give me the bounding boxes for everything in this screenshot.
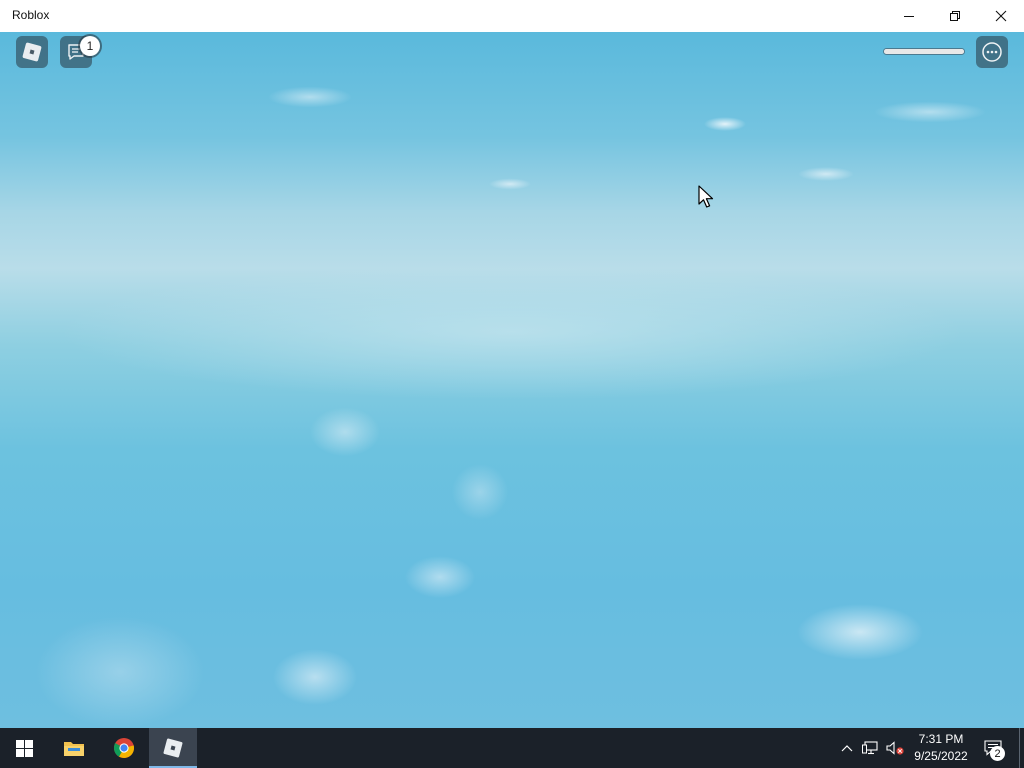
game-viewport[interactable]: 1	[0, 32, 1024, 728]
window-title: Roblox	[12, 8, 50, 22]
close-icon	[995, 10, 1007, 22]
show-hidden-icons-button[interactable]	[838, 728, 856, 768]
volume-button[interactable]	[884, 728, 906, 768]
mouse-cursor-icon	[698, 185, 714, 208]
clock-date: 9/25/2022	[914, 749, 968, 763]
chrome-button[interactable]	[100, 728, 148, 768]
title-bar: Roblox	[0, 0, 1024, 32]
roblox-taskbar-button[interactable]	[149, 728, 197, 768]
chrome-icon	[113, 738, 135, 759]
notification-count-badge: 2	[990, 746, 1005, 761]
taskbar: 7:31 PM 9/25/2022	[0, 728, 1024, 768]
more-options-button[interactable]	[976, 36, 1008, 68]
health-bar	[884, 49, 964, 54]
file-explorer-button[interactable]	[50, 728, 98, 768]
show-desktop-divider[interactable]	[1019, 728, 1020, 768]
roblox-logo-icon	[163, 738, 183, 758]
windows-logo-icon	[15, 739, 33, 757]
network-button[interactable]	[860, 728, 880, 768]
roblox-logo-icon	[22, 42, 42, 62]
chevron-up-icon	[841, 745, 853, 752]
more-dots-icon	[982, 42, 1002, 62]
chat-notification-badge: 1	[80, 36, 100, 56]
minimize-button[interactable]	[886, 0, 932, 32]
start-button[interactable]	[0, 728, 48, 768]
restore-button[interactable]	[932, 0, 978, 32]
clock-time: 7:31 PM	[918, 732, 964, 746]
health-bar-fill	[884, 49, 964, 54]
network-icon	[862, 741, 878, 755]
minimize-icon	[904, 16, 914, 17]
close-button[interactable]	[978, 0, 1024, 32]
roblox-menu-button[interactable]	[16, 36, 48, 68]
clock[interactable]: 7:31 PM 9/25/2022	[905, 731, 977, 765]
volume-muted-icon	[886, 741, 904, 755]
folder-icon	[64, 742, 84, 756]
restore-icon	[950, 11, 960, 21]
